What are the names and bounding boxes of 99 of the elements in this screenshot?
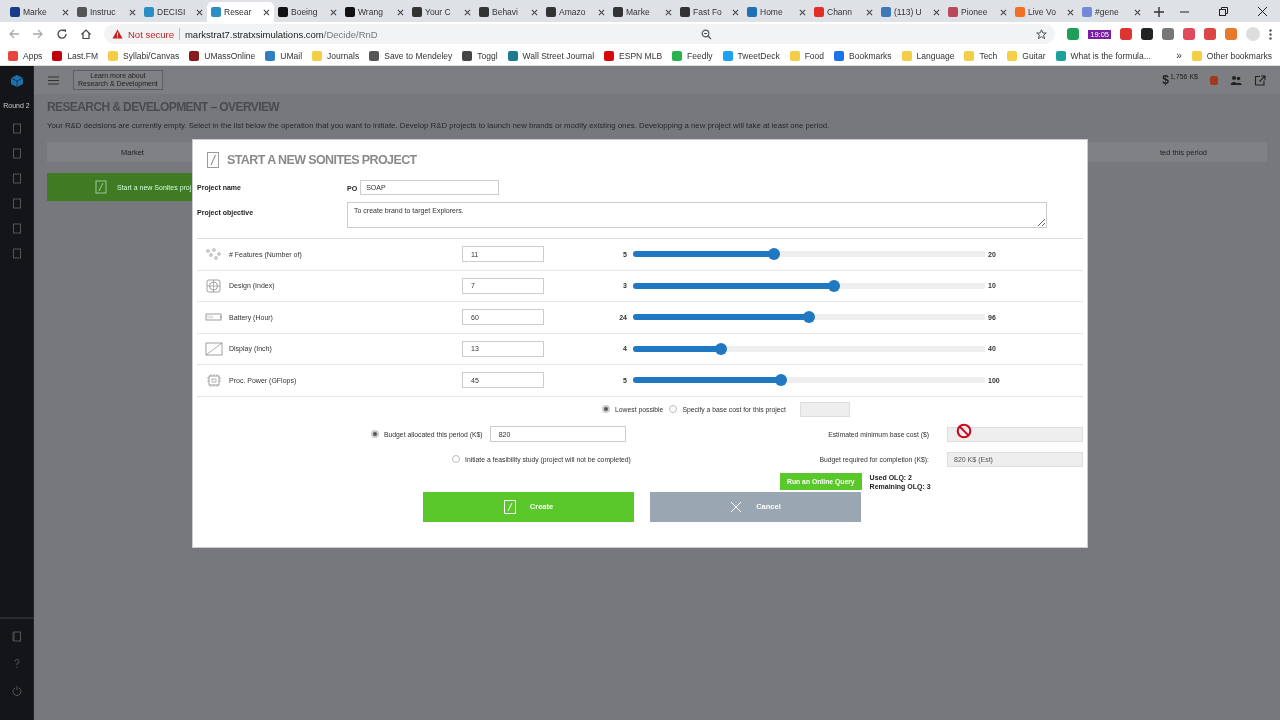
close-icon[interactable] bbox=[598, 8, 605, 16]
power-icon[interactable] bbox=[11, 685, 22, 696]
browser-tab[interactable]: Resear bbox=[207, 2, 274, 22]
close-icon[interactable] bbox=[1257, 6, 1268, 17]
browser-tab[interactable]: Pionee bbox=[944, 2, 1011, 22]
close-icon[interactable] bbox=[196, 8, 203, 16]
bookmark-item[interactable]: Tech bbox=[964, 50, 998, 61]
book-icon[interactable] bbox=[11, 631, 22, 642]
browser-tab[interactable]: #gene bbox=[1078, 2, 1145, 22]
bookmark-item[interactable]: ESPN MLB bbox=[604, 50, 663, 61]
browser-tab[interactable]: Marke bbox=[609, 2, 676, 22]
bookmark-item[interactable]: Apps bbox=[8, 50, 43, 61]
page-icon[interactable] bbox=[11, 248, 22, 259]
external-link-icon[interactable] bbox=[1254, 74, 1266, 86]
bookmark-item[interactable]: Language bbox=[901, 50, 955, 61]
radio-dot[interactable] bbox=[669, 405, 678, 413]
star-icon[interactable] bbox=[1036, 28, 1048, 40]
display-icon bbox=[205, 341, 223, 356]
close-icon[interactable] bbox=[933, 8, 940, 16]
slider-thumb[interactable] bbox=[774, 374, 787, 387]
browser-tab[interactable]: Fast Fo bbox=[676, 2, 743, 22]
design-icon bbox=[205, 278, 223, 293]
browser-tab[interactable]: Amazo bbox=[542, 2, 609, 22]
slider-thumb[interactable] bbox=[827, 279, 840, 292]
page-icon[interactable] bbox=[11, 148, 22, 159]
close-icon[interactable] bbox=[397, 8, 404, 16]
close-icon[interactable] bbox=[732, 8, 739, 16]
close-icon[interactable] bbox=[665, 8, 672, 16]
slider-thumb[interactable] bbox=[767, 248, 780, 261]
browser-tab[interactable]: Live Vo bbox=[1011, 2, 1078, 22]
browser-tab[interactable]: Wrang bbox=[341, 2, 408, 22]
page-icon[interactable] bbox=[11, 123, 22, 134]
chip-icon bbox=[205, 373, 223, 388]
bookmark-item[interactable]: Bookmarks bbox=[834, 50, 892, 61]
warning-icon bbox=[112, 29, 123, 39]
bookmark-item[interactable]: Other bookmarks bbox=[1191, 50, 1272, 61]
slider-thumb[interactable] bbox=[715, 342, 727, 355]
base-cost-input[interactable] bbox=[799, 401, 850, 417]
security-label: Not secure bbox=[128, 28, 174, 40]
close-icon[interactable] bbox=[129, 8, 136, 16]
close-icon[interactable] bbox=[1067, 8, 1074, 16]
browser-tab[interactable]: Your C bbox=[408, 2, 475, 22]
bookmark-item[interactable]: Syllabi/Canvas bbox=[108, 50, 180, 61]
plus-icon[interactable] bbox=[1153, 6, 1165, 18]
pencil-icon bbox=[503, 499, 516, 514]
close-icon[interactable] bbox=[263, 8, 270, 16]
close-icon[interactable] bbox=[531, 8, 538, 16]
bookmark-item[interactable]: Journals bbox=[312, 50, 360, 61]
browser-tab[interactable]: Boeing bbox=[274, 2, 341, 22]
reload-icon[interactable] bbox=[56, 28, 68, 40]
radio-dot[interactable] bbox=[371, 430, 379, 438]
bookmark-item[interactable]: Guitar bbox=[1007, 50, 1046, 61]
page-icon[interactable] bbox=[11, 223, 22, 234]
people-icon[interactable] bbox=[1230, 74, 1242, 86]
bookmark-item[interactable]: TweetDeck bbox=[722, 50, 780, 61]
features-icon bbox=[205, 247, 223, 262]
bookmark-item[interactable]: Food bbox=[789, 50, 825, 61]
pencil-icon bbox=[207, 152, 219, 168]
browser-tab[interactable]: Marke bbox=[6, 2, 73, 22]
radio-dot[interactable] bbox=[452, 455, 460, 463]
bookmark-item[interactable]: Toggl bbox=[462, 50, 498, 61]
menu-icon[interactable] bbox=[1269, 28, 1272, 40]
pencil-icon bbox=[95, 180, 107, 194]
bookmark-item[interactable]: Last.FM bbox=[52, 50, 99, 61]
bookmark-item[interactable]: Wall Street Journal bbox=[507, 50, 595, 61]
browser-tab[interactable]: Instruc bbox=[73, 2, 140, 22]
browser-tab[interactable]: Chann bbox=[810, 2, 877, 22]
radio-dot[interactable] bbox=[602, 405, 610, 413]
bookmark-item[interactable]: Feedly bbox=[672, 50, 713, 61]
browser-tab[interactable]: Home bbox=[743, 2, 810, 22]
slider-thumb[interactable] bbox=[803, 311, 815, 324]
extension-icon[interactable] bbox=[1141, 28, 1153, 40]
close-icon[interactable] bbox=[799, 8, 806, 16]
zoom-icon[interactable] bbox=[701, 28, 713, 40]
close-icon[interactable] bbox=[866, 8, 873, 16]
page-icon[interactable] bbox=[11, 198, 22, 209]
address-bar[interactable]: Not secure markstrat7.stratxsimulations.com/Decide/RnD bbox=[104, 24, 1056, 44]
bookmark-item[interactable]: UMassOnline bbox=[189, 50, 256, 61]
close-icon[interactable] bbox=[464, 8, 471, 16]
cube-logo-icon[interactable] bbox=[9, 74, 24, 88]
close-icon[interactable] bbox=[330, 8, 337, 16]
url-text: markstrat7.stratxsimulations.com/Decide/RnD bbox=[184, 28, 378, 40]
bookmark-item[interactable]: UMail bbox=[265, 50, 303, 61]
bookmark-item[interactable]: What is the formula... bbox=[1055, 50, 1151, 61]
close-icon[interactable] bbox=[62, 8, 69, 16]
menu-icon[interactable] bbox=[48, 75, 59, 85]
home-icon[interactable] bbox=[80, 28, 92, 40]
restore-icon[interactable] bbox=[1218, 6, 1229, 17]
browser-tab[interactable]: DECISI bbox=[140, 2, 207, 22]
more-bookmarks-button[interactable]: » bbox=[1176, 50, 1182, 61]
browser-tab[interactable]: (113) U bbox=[877, 2, 944, 22]
close-icon[interactable] bbox=[1134, 8, 1141, 16]
page-icon[interactable] bbox=[11, 173, 22, 184]
bookmark-item[interactable]: Save to Mendeley bbox=[369, 50, 453, 61]
close-icon bbox=[730, 499, 743, 514]
no-entry-cursor-icon bbox=[956, 422, 972, 439]
dialog-title: START A NEW SONITES PROJECT bbox=[227, 153, 417, 167]
close-icon[interactable] bbox=[1000, 8, 1007, 16]
browser-tab[interactable]: Behavi bbox=[475, 2, 542, 22]
